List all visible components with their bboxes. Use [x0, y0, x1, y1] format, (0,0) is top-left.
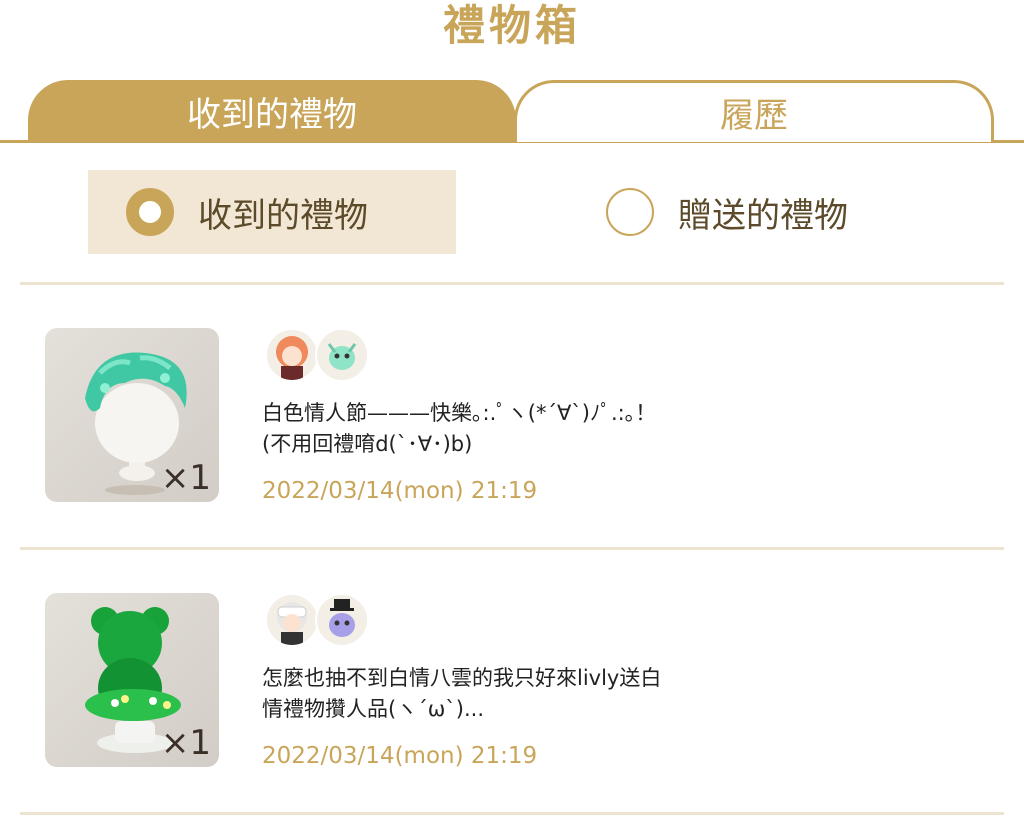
tab-bar: 收到的禮物 履歷 — [0, 78, 1024, 146]
pet-avatar — [315, 593, 369, 647]
item-quantity: ×1 — [160, 458, 211, 498]
radio-received[interactable]: 收到的禮物 — [88, 170, 456, 254]
gift-timestamp: 2022/03/14(mon) 21:19 — [262, 743, 538, 769]
avatar — [265, 328, 319, 382]
page-title: 禮物箱 — [442, 1, 581, 50]
item-quantity: ×1 — [160, 723, 211, 763]
radio-sent[interactable]: 贈送的禮物 — [590, 170, 950, 254]
pet-avatar — [315, 328, 369, 382]
gift-message: 怎麼也抽不到白情八雲的我只好來livly送白 情禮物攢人品(ヽ´ω`)... — [262, 663, 822, 725]
sender-avatars — [265, 593, 369, 647]
gift-message-line: 怎麼也抽不到白情八雲的我只好來livly送白 — [262, 666, 662, 690]
radio-received-label: 收到的禮物 — [198, 195, 368, 236]
avatar — [265, 593, 319, 647]
bear-topiary-icon: ×1 — [45, 593, 219, 767]
divider — [20, 812, 1004, 815]
gift-message-line: (不用回禮唷d(`･∀･)b) — [262, 432, 473, 456]
green-hair-icon: ×1 — [45, 328, 219, 502]
sender-avatars — [265, 328, 369, 382]
divider — [20, 547, 1004, 550]
gift-message-line: 白色情人節———快樂｡:.ﾟヽ(*´∀`)ﾉﾟ.:｡！ — [262, 401, 657, 425]
radio-selected-icon — [126, 188, 174, 236]
gift-message: 白色情人節———快樂｡:.ﾟヽ(*´∀`)ﾉﾟ.:｡！ (不用回禮唷d(`･∀･… — [262, 398, 822, 460]
gift-filter: 收到的禮物 贈送的禮物 — [0, 170, 1024, 254]
radio-sent-label: 贈送的禮物 — [678, 195, 848, 236]
tab-received-gifts[interactable]: 收到的禮物 — [28, 80, 516, 142]
radio-unselected-icon — [606, 188, 654, 236]
gift-message-line: 情禮物攢人品(ヽ´ω`)... — [262, 697, 484, 721]
tab-history[interactable]: 履歷 — [514, 80, 994, 142]
gift-list-item[interactable]: ×1 怎麼也抽不到白情八雲的我只好來livly送白 情禮物攢人品(ヽ´ω`)..… — [0, 593, 1024, 793]
gift-timestamp: 2022/03/14(mon) 21:19 — [262, 478, 538, 504]
gift-list-item[interactable]: ×1 白色情人節———快樂｡:.ﾟヽ(*´∀`)ﾉﾟ.:｡！ (不用回禮唷d(`… — [0, 328, 1024, 528]
divider — [20, 282, 1004, 285]
